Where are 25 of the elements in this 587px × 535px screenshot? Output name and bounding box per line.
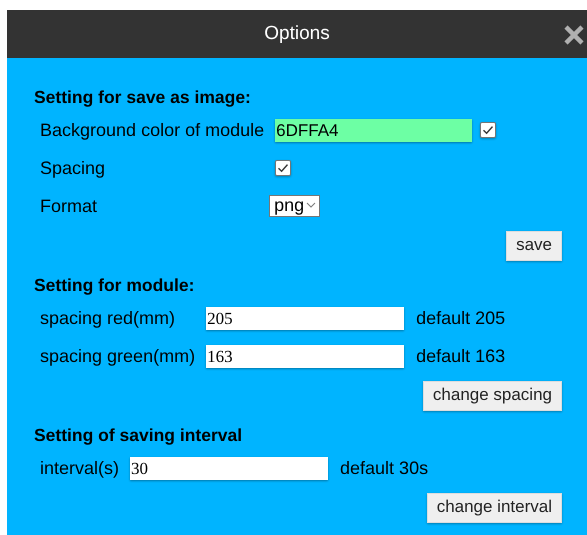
checkbox[interactable]: [480, 122, 496, 138]
field-label: interval(s): [40, 457, 120, 480]
input-field[interactable]: 30: [130, 456, 328, 480]
field-label: Spacing: [40, 157, 106, 180]
format-dropdown[interactable]: png: [269, 195, 320, 217]
close-icon[interactable]: [564, 25, 584, 45]
checkbox[interactable]: [275, 160, 292, 176]
section-heading: Setting for module:: [34, 274, 196, 296]
section-heading: Setting for save as image:: [34, 86, 252, 108]
section-heading: Setting of saving interval: [34, 424, 244, 446]
default-value-text: default 163: [416, 346, 506, 366]
dialog-title: Options: [264, 23, 330, 45]
field-label: spacing red(mm): [40, 307, 176, 330]
field-label: Format: [40, 195, 98, 218]
field-label: spacing green(mm): [40, 345, 196, 368]
action-button[interactable]: save: [506, 231, 562, 261]
action-button[interactable]: change spacing: [422, 381, 562, 411]
field-label: Background color of module: [40, 119, 264, 142]
default-value-text: default 30s: [340, 458, 428, 478]
chevron-down-icon: [306, 202, 316, 208]
default-value-text: default 205: [416, 308, 506, 328]
input-field[interactable]: 205: [206, 306, 404, 330]
action-button[interactable]: change interval: [426, 493, 562, 523]
input-field[interactable]: 163: [206, 344, 404, 368]
color-input-field[interactable]: 6DFFA4: [275, 118, 472, 142]
